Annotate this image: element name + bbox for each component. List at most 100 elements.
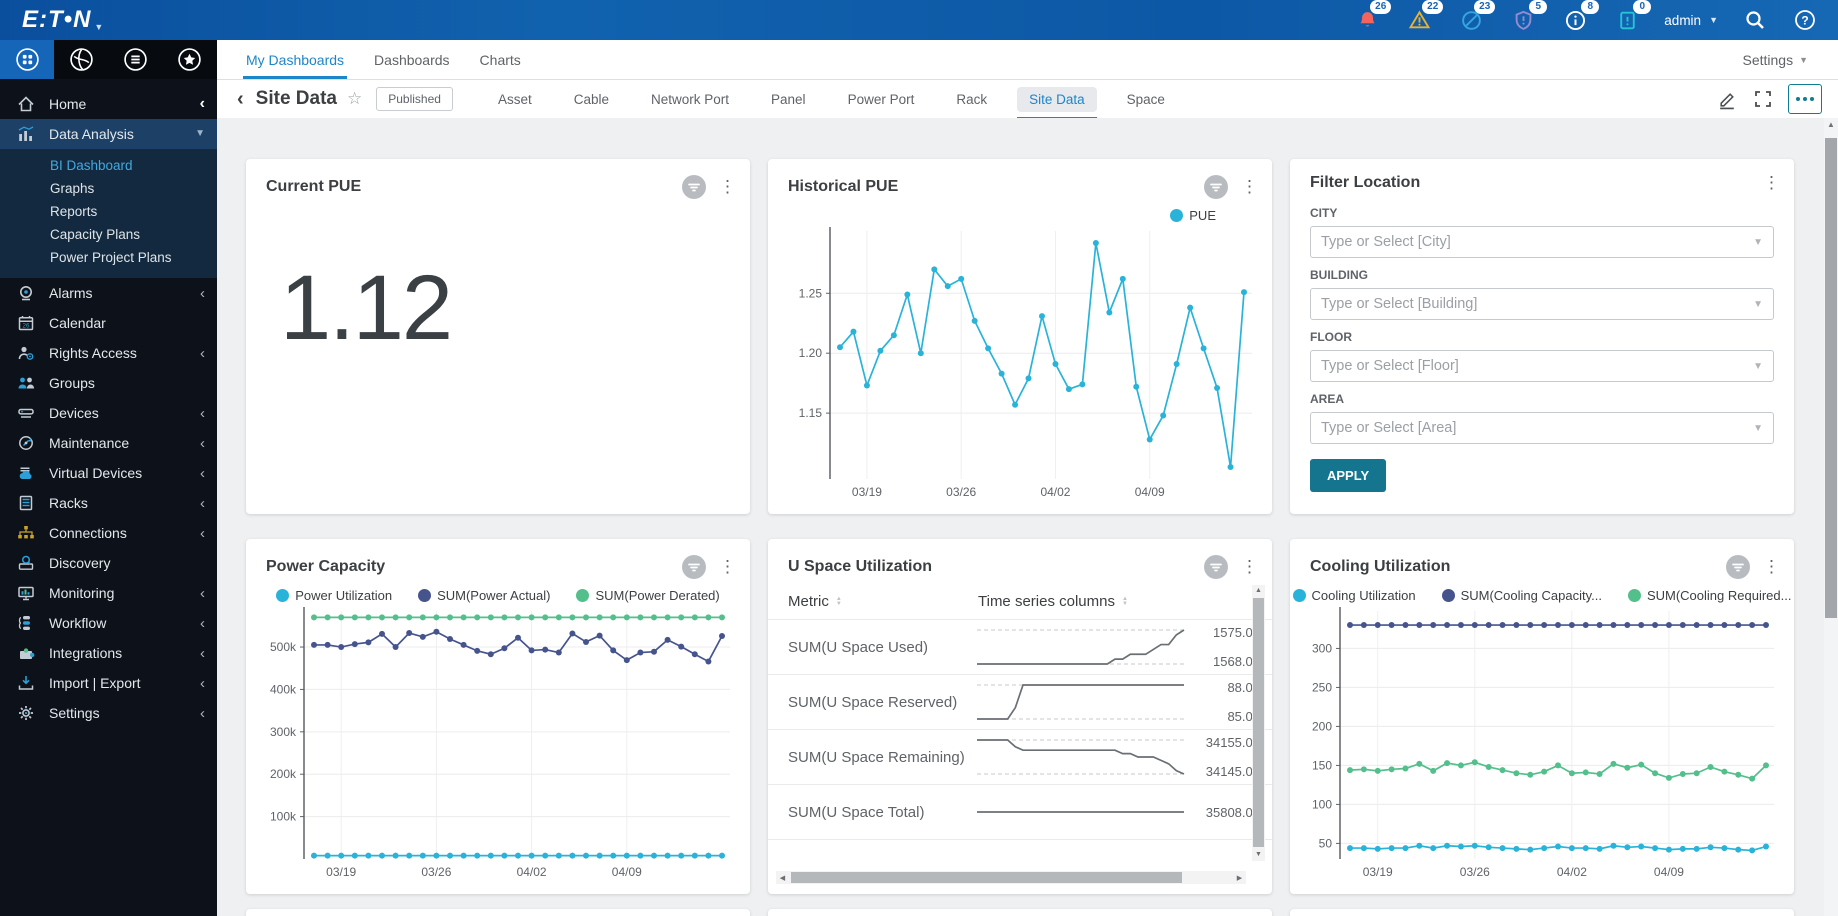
device-door-icon[interactable]: 0: [1614, 0, 1652, 33]
apply-button[interactable]: APPLY: [1310, 459, 1387, 492]
scroll-left-arrow[interactable]: ◀: [776, 874, 789, 882]
subtab-space[interactable]: Space: [1115, 87, 1177, 112]
tab-charts[interactable]: Charts: [465, 40, 536, 79]
sidebar-item-monitoring[interactable]: Monitoring ‹: [0, 578, 217, 608]
sidebar-subitem-power-project-plans[interactable]: Power Project Plans: [0, 246, 217, 269]
legend-item[interactable]: SUM(Cooling Capacity...: [1441, 588, 1602, 603]
field-label-area: AREA: [1310, 392, 1345, 406]
sidebar-item-label: Discovery: [49, 555, 111, 571]
fullscreen-icon[interactable]: [1753, 89, 1773, 109]
sidebar-item-label: Rights Access: [49, 345, 137, 361]
scrollbar-thumb[interactable]: [791, 872, 1182, 883]
sidebar-item-import-export[interactable]: Import | Export ‹: [0, 668, 217, 698]
sidebar-item-label: Workflow: [49, 615, 107, 631]
sidebar-item-settings[interactable]: Settings ‹: [0, 698, 217, 728]
search-icon[interactable]: [1742, 7, 1768, 33]
sidebar-item-workflow[interactable]: Workflow ‹: [0, 608, 217, 638]
select-building[interactable]: Type or Select [Building] ▼: [1310, 288, 1774, 320]
sidebar-item-virtual-devices[interactable]: Virtual Devices ‹: [0, 458, 217, 488]
sidebar-item-integrations[interactable]: Integrations ‹: [0, 638, 217, 668]
table-horizontal-scrollbar[interactable]: ◀ ▶: [776, 871, 1246, 884]
sidebar-tile-apps-grid-icon[interactable]: [0, 40, 54, 79]
filter-icon[interactable]: [1725, 554, 1751, 580]
sidebar-subitem-reports[interactable]: Reports: [0, 200, 217, 223]
legend-item[interactable]: SUM(Cooling Required...: [1627, 588, 1791, 603]
scroll-right-arrow[interactable]: ▶: [1233, 874, 1246, 882]
sidebar-tile-globe-icon[interactable]: [54, 40, 108, 79]
sidebar-subitem-capacity-plans[interactable]: Capacity Plans: [0, 223, 217, 246]
filter-icon[interactable]: [681, 554, 707, 580]
sidebar-item-devices[interactable]: Devices ‹: [0, 398, 217, 428]
scroll-up-arrow[interactable]: ▲: [1824, 118, 1838, 132]
sidebar-item-racks[interactable]: Racks ‹: [0, 488, 217, 518]
favorite-star-icon[interactable]: ☆: [347, 89, 362, 109]
collapse-sidebar-icon[interactable]: ‹: [200, 96, 205, 112]
settings-menu[interactable]: Settings ▼: [1742, 40, 1808, 79]
info-circle-icon[interactable]: 8: [1562, 0, 1600, 33]
sidebar-tile-star-icon[interactable]: [162, 40, 216, 79]
sidebar-item-rights-access[interactable]: Rights Access ‹: [0, 338, 217, 368]
subtab-rack[interactable]: Rack: [944, 87, 999, 112]
legend-item[interactable]: SUM(Power Actual): [418, 588, 550, 603]
tab-my-dashboards[interactable]: My Dashboards: [231, 40, 359, 79]
kebab-menu-icon[interactable]: ⋮: [1763, 174, 1780, 191]
subtab-network-port[interactable]: Network Port: [639, 87, 741, 112]
sidebar-item-maintenance[interactable]: Maintenance ‹: [0, 428, 217, 458]
back-chevron-icon[interactable]: ‹: [227, 88, 254, 111]
page-vertical-scrollbar[interactable]: ▲: [1824, 118, 1838, 916]
select-city[interactable]: Type or Select [City] ▼: [1310, 226, 1774, 258]
sidebar-item-home[interactable]: Home ‹: [0, 89, 217, 119]
sort-icon[interactable]: ▲ ▼: [836, 596, 842, 607]
kebab-menu-icon[interactable]: ⋮: [1241, 178, 1258, 195]
subtab-asset[interactable]: Asset: [486, 87, 544, 112]
select-area[interactable]: Type or Select [Area] ▼: [1310, 412, 1774, 444]
sidebar-subitem-graphs[interactable]: Graphs: [0, 177, 217, 200]
scroll-up-arrow[interactable]: ▲: [1252, 585, 1265, 597]
kebab-menu-icon[interactable]: ⋮: [719, 178, 736, 195]
card-title: Filter Location: [1310, 174, 1421, 191]
threshold-gauge-icon[interactable]: 23: [1458, 0, 1496, 33]
subtab-panel[interactable]: Panel: [759, 87, 818, 112]
filter-icon[interactable]: [1203, 174, 1229, 200]
subtab-site-data[interactable]: Site Data: [1017, 86, 1097, 119]
sort-icon[interactable]: ▲ ▼: [1122, 596, 1128, 607]
admin-menu[interactable]: admin ▼: [1664, 13, 1718, 28]
scroll-down-arrow[interactable]: ▼: [1252, 849, 1265, 861]
scrollbar-thumb[interactable]: [1253, 598, 1264, 847]
edit-pencil-icon[interactable]: [1717, 89, 1738, 110]
legend-item[interactable]: SUM(Power Derated): [576, 588, 720, 603]
eaton-logo[interactable]: E:T•N ▼: [22, 6, 104, 34]
legend-item[interactable]: Power Utilization: [276, 588, 392, 603]
help-icon[interactable]: ?: [1792, 7, 1818, 33]
column-header-timeseries: Time series columns: [978, 593, 1115, 610]
table-vertical-scrollbar[interactable]: ▲ ▼: [1252, 585, 1265, 861]
tab-dashboards[interactable]: Dashboards: [359, 40, 465, 79]
subtab-cable[interactable]: Cable: [562, 87, 621, 112]
scrollbar-thumb[interactable]: [1825, 138, 1837, 618]
sidebar-item-connections[interactable]: Connections ‹: [0, 518, 217, 548]
legend-item[interactable]: Cooling Utilization: [1292, 588, 1416, 603]
sidebar-item-data-analysis[interactable]: Data Analysis ▼: [0, 119, 217, 149]
filter-icon[interactable]: [681, 174, 707, 200]
filter-icon[interactable]: [1203, 554, 1229, 580]
alarm-bell-icon[interactable]: 26: [1354, 0, 1392, 33]
legend-item[interactable]: PUE: [1170, 208, 1216, 223]
card-partial: [1290, 909, 1794, 916]
subtab-power-port[interactable]: Power Port: [836, 87, 927, 112]
sparkline: [977, 811, 1184, 813]
sidebar-item-groups[interactable]: Groups: [0, 368, 217, 398]
kebab-menu-icon[interactable]: ⋮: [719, 558, 736, 575]
select-floor[interactable]: Type or Select [Floor] ▼: [1310, 350, 1774, 382]
kebab-menu-icon[interactable]: ⋮: [1241, 558, 1258, 575]
sidebar-item-discovery[interactable]: Discovery: [0, 548, 217, 578]
sidebar-item-calendar[interactable]: 26 Calendar: [0, 308, 217, 338]
security-shield-icon[interactable]: 5: [1510, 0, 1548, 33]
sidebar-item-alarms[interactable]: Alarms ‹: [0, 278, 217, 308]
series-max-value: 35808.00: [1205, 804, 1260, 820]
warning-triangle-icon[interactable]: 22: [1406, 0, 1444, 33]
kebab-menu-icon[interactable]: ⋮: [1763, 558, 1780, 575]
eaton-logo-text: E:T•N: [22, 6, 92, 33]
more-actions-button[interactable]: [1788, 84, 1822, 114]
sidebar-subitem-bi-dashboard[interactable]: BI Dashboard: [0, 154, 217, 177]
sidebar-tile-list-icon[interactable]: [108, 40, 162, 79]
